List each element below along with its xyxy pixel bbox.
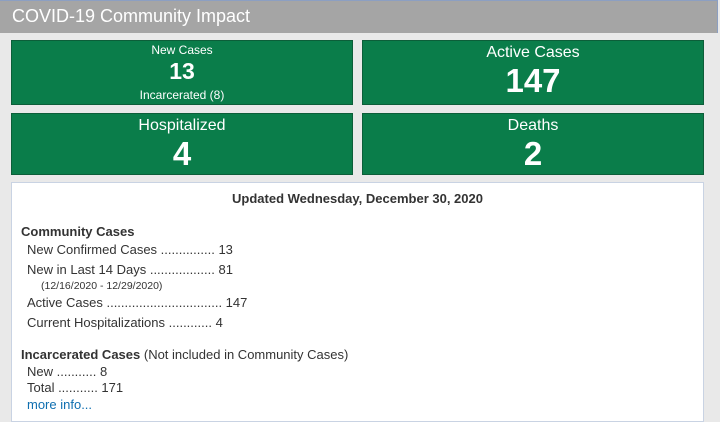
details-panel[interactable]: Updated Wednesday, December 30, 2020 Com… — [11, 182, 704, 422]
hospitalized-tile: Hospitalized 4 — [11, 113, 353, 175]
incarcerated-new-line: New ........... 8 — [27, 364, 108, 379]
current-hospitalizations-line: Current Hospitalizations ............ 4 — [27, 315, 223, 330]
new-cases-value: 13 — [169, 58, 195, 84]
new-confirmed-cases-line: New Confirmed Cases ............... 13 — [27, 242, 233, 257]
incarcerated-note: (Not included in Community Cases) — [140, 347, 349, 362]
community-cases-heading: Community Cases — [21, 224, 135, 239]
deaths-label: Deaths — [507, 117, 559, 134]
active-cases-line: Active Cases ...........................… — [27, 295, 248, 310]
new-cases-incarcerated: Incarcerated (8) — [139, 88, 225, 102]
new-cases-tile: New Cases 13 Incarcerated (8) — [11, 40, 353, 105]
incarcerated-total-line: Total ........... 171 — [27, 380, 124, 395]
more-info-link[interactable]: more info... — [27, 397, 92, 412]
incarcerated-cases-heading: Incarcerated Cases — [21, 347, 141, 362]
dashboard-title: COVID-19 Community Impact — [12, 6, 251, 26]
incarcerated-cases-heading-row: Incarcerated Cases (Not included in Comm… — [21, 347, 348, 362]
new-last-14-days-line: New in Last 14 Days .................. 8… — [27, 262, 233, 277]
deaths-value: 2 — [523, 135, 543, 172]
hospitalized-value: 4 — [172, 135, 192, 172]
active-cases-value: 147 — [505, 62, 561, 99]
new-cases-label: New Cases — [151, 43, 213, 57]
hospitalized-label: Hospitalized — [138, 117, 226, 134]
date-range-line: (12/16/2020 - 12/29/2020) — [41, 280, 163, 292]
active-cases-label: Active Cases — [486, 44, 580, 61]
updated-date: Updated Wednesday, December 30, 2020 — [232, 191, 483, 206]
active-cases-tile: Active Cases 147 — [362, 40, 704, 105]
dashboard-header: COVID-19 Community Impact — [0, 0, 718, 33]
deaths-tile: Deaths 2 — [362, 113, 704, 175]
